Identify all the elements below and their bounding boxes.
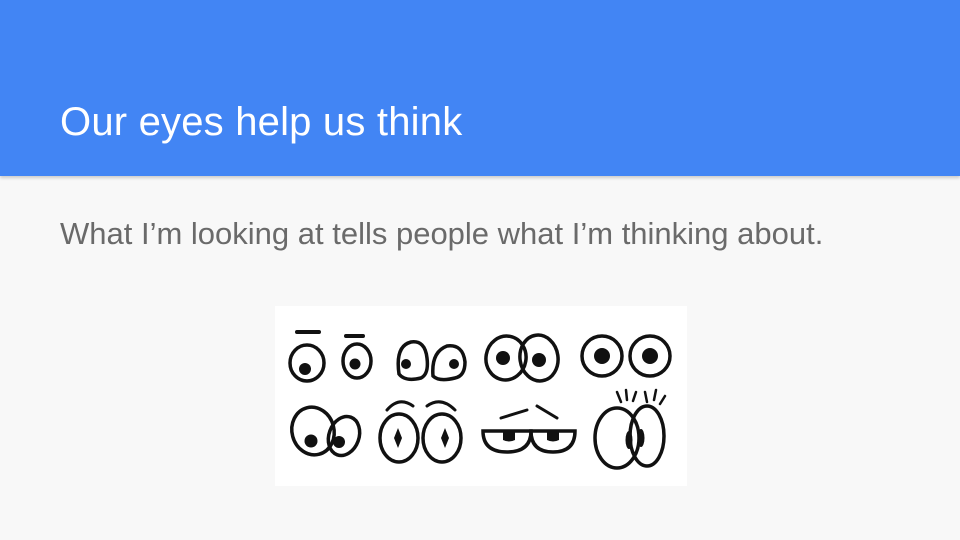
cartoon-eyes-icon: [288, 330, 672, 470]
eyes-pair-8: [593, 388, 667, 470]
cartoon-eyes-image: [275, 306, 687, 486]
eyes-pair-1: [288, 330, 373, 383]
eyes-pair-4: [580, 334, 672, 378]
eyes-pair-2: [396, 340, 467, 382]
eyes-pair-5: [290, 405, 362, 458]
eyes-pair-7: [481, 404, 577, 454]
eyes-pair-6: [378, 400, 463, 464]
slide-title: Our eyes help us think: [60, 100, 463, 144]
title-bar: Our eyes help us think: [0, 0, 960, 176]
slide-body-text: What I’m looking at tells people what I’…: [60, 216, 824, 251]
eyes-pair-3: [484, 333, 560, 383]
